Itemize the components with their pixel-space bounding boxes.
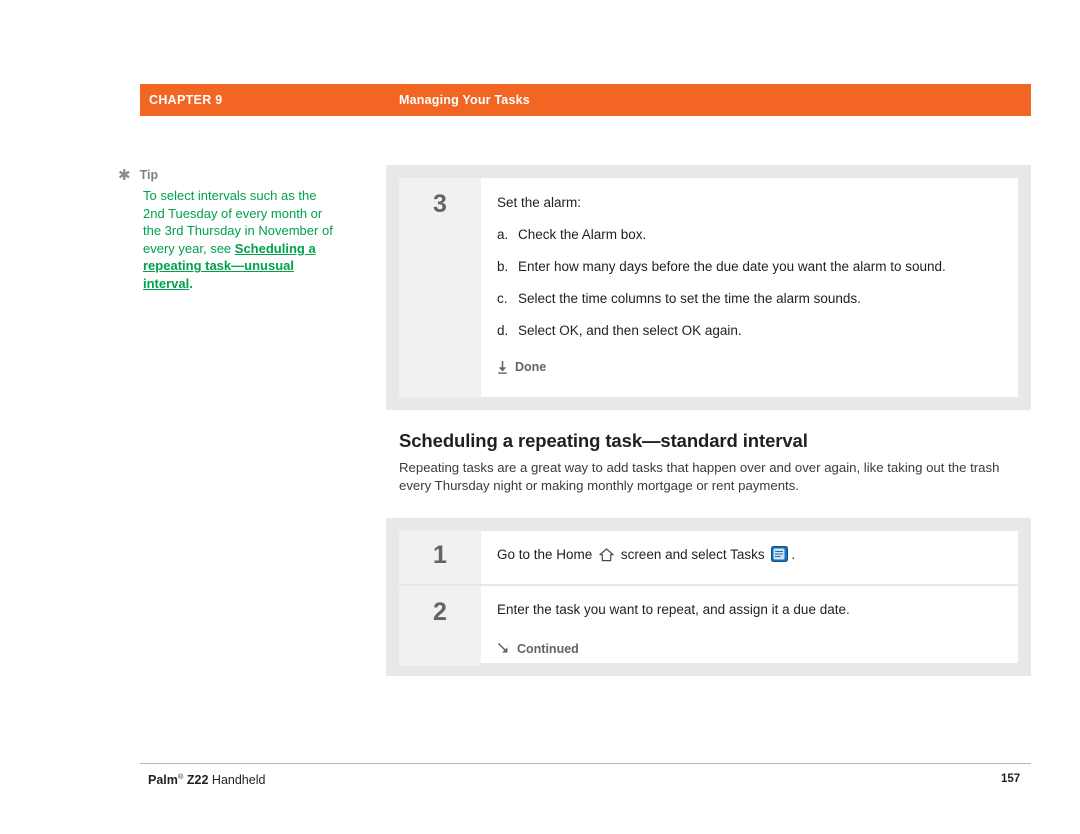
footer-product-label: Palm® Z22 Handheld — [148, 772, 265, 787]
substep-c-letter: c. — [497, 291, 508, 306]
tip-header: ✱ Tip — [118, 168, 333, 183]
section-heading: Scheduling a repeating task—standard int… — [399, 430, 808, 451]
substep-c: c. Select the time columns to set the ti… — [497, 290, 1002, 307]
footer-product: Z22 — [183, 773, 209, 788]
step-number-2: 2 — [433, 598, 447, 626]
tip-text-after: . — [189, 275, 193, 291]
tip-text: To select intervals such as the 2nd Tues… — [143, 187, 333, 293]
continued-label: Continued — [517, 642, 579, 656]
substep-a-letter: a. — [497, 227, 509, 242]
step-row-1: 1 Go to the Home screen and select Tasks… — [399, 531, 1018, 586]
footer-suffix: Handheld — [208, 773, 266, 788]
step-row-2: 2 Enter the task you want to repeat, and… — [399, 586, 1018, 666]
footer-divider — [140, 763, 1031, 764]
tasks-app-icon — [771, 546, 789, 566]
header-section-title: Managing Your Tasks — [399, 93, 530, 107]
tip-sidebar: ✱ Tip To select intervals such as the 2n… — [118, 168, 333, 293]
page-number: 157 — [1001, 773, 1021, 785]
down-right-arrow-icon — [497, 641, 509, 658]
section-intro-paragraph: Repeating tasks are a great way to add t… — [399, 460, 1000, 493]
step-panel-group-1-2: 1 Go to the Home screen and select Tasks… — [386, 518, 1031, 676]
substep-a: a. Check the Alarm box. — [497, 226, 1002, 243]
tip-label: Tip — [139, 168, 159, 182]
step-number-1: 1 — [433, 541, 447, 569]
step-body-1: Go to the Home screen and select Tasks . — [481, 531, 1018, 584]
step-panel-3: 3 Set the alarm: a. Check the Alarm box.… — [386, 165, 1031, 410]
step-body-3: Set the alarm: a. Check the Alarm box. b… — [481, 178, 1018, 397]
down-arrow-icon — [497, 361, 508, 374]
step-number-cell-1: 1 — [399, 531, 481, 584]
step-number-3: 3 — [433, 190, 447, 218]
substep-b: b. Enter how many days before the due da… — [497, 258, 1002, 275]
substep-a-text: Check the Alarm box. — [518, 227, 647, 242]
substep-b-letter: b. — [497, 259, 509, 274]
substep-d: d. Select OK, and then select OK again. — [497, 322, 1002, 339]
footer-brand: Palm — [148, 773, 178, 788]
step-3-intro: Set the alarm: — [497, 195, 582, 210]
home-icon — [599, 548, 614, 566]
step-body-2: Enter the task you want to repeat, and a… — [481, 586, 1018, 666]
continued-marker: Continued — [497, 641, 1002, 658]
step-1-text-part2: screen and select Tasks — [617, 547, 769, 562]
step-1-text-part3: . — [791, 547, 796, 562]
substep-d-letter: d. — [497, 323, 509, 338]
done-label: Done — [515, 360, 547, 374]
asterisk-icon: ✱ — [118, 167, 131, 184]
chapter-label: CHAPTER 9 — [149, 93, 223, 107]
step-1-text-part1: Go to the Home — [497, 547, 597, 562]
substep-b-text: Enter how many days before the due date … — [518, 259, 946, 274]
step-number-cell-3: 3 — [399, 178, 481, 397]
step-2-text: Enter the task you want to repeat, and a… — [497, 602, 850, 617]
page-header-bar: CHAPTER 9 Managing Your Tasks — [140, 84, 1031, 116]
done-marker: Done — [497, 359, 1002, 376]
step-number-cell-2: 2 — [399, 586, 481, 666]
substep-d-text: Select OK, and then select OK again. — [518, 323, 742, 338]
substep-c-text: Select the time columns to set the time … — [518, 291, 861, 306]
